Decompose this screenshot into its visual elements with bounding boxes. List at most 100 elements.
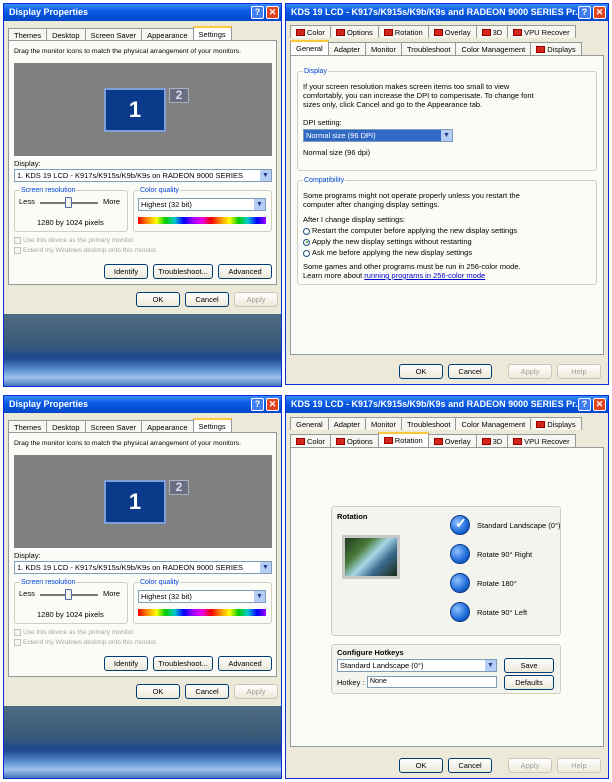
tab-adapter[interactable]: Adapter (327, 417, 366, 430)
dpi-select[interactable]: Normal size (96 DPI) ▼ (303, 129, 453, 142)
color-quality-select[interactable]: Highest (32 bit) ▼ (138, 198, 266, 211)
hotkey-rotation-select[interactable]: Standard Landscape (0°) ▼ (337, 659, 497, 672)
kds-properties-window-bottom: KDS 19 LCD - K917s/K915s/K9b/K9s and RAD… (285, 395, 609, 779)
close-icon[interactable]: ✕ (266, 398, 279, 411)
identify-button[interactable]: Identify (104, 656, 148, 671)
radio-apply-label: Apply the new display settings without r… (312, 237, 472, 246)
monitor-arrangement: 1 2 (14, 455, 272, 548)
tab-displays[interactable]: Displays (530, 417, 582, 430)
tab-vpu-recover[interactable]: VPU Recover (507, 434, 576, 447)
tab-label: Rotation (394, 436, 423, 445)
radio-button[interactable] (303, 238, 310, 246)
tab-displays[interactable]: Displays (530, 42, 582, 55)
tab-options[interactable]: Options (329, 25, 379, 38)
radio-button[interactable] (303, 227, 310, 235)
tab-color-management[interactable]: Color Management (455, 42, 532, 55)
apply-button: Apply (234, 684, 278, 699)
tab-monitor[interactable]: Monitor (364, 417, 402, 430)
tab-label: Displays (547, 44, 576, 54)
tab-monitor[interactable]: Monitor (364, 42, 402, 55)
save-button[interactable]: Save (504, 658, 554, 673)
tab-color-management[interactable]: Color Management (455, 417, 532, 430)
tab-label: Overlay (444, 436, 471, 446)
color-quality-group: Color quality Highest (32 bit) ▼ (133, 578, 272, 624)
help-icon[interactable]: ? (578, 6, 591, 19)
tab-vpu-recover[interactable]: VPU Recover (507, 25, 576, 38)
close-icon[interactable]: ✕ (266, 6, 279, 19)
ati-icon (536, 420, 546, 428)
ati-icon (383, 437, 393, 444)
help-icon[interactable]: ? (578, 398, 591, 411)
tab-settings[interactable]: Settings (192, 26, 232, 41)
advanced-button[interactable]: Advanced (218, 264, 272, 279)
tab-overlay[interactable]: Overlay (427, 434, 477, 447)
ok-button[interactable]: OK (399, 364, 443, 379)
cancel-button[interactable]: Cancel (448, 758, 492, 773)
tab-adapter[interactable]: Adapter (327, 42, 366, 55)
troubleshoot-button[interactable]: Troubleshoot... (153, 264, 213, 279)
display-select[interactable]: 1. KDS 19 LCD - K917s/K915s/K9b/K9s on R… (14, 561, 272, 574)
256-color-link[interactable]: running programs in 256-color mode (364, 271, 485, 280)
hotkey-input[interactable]: None (367, 676, 497, 688)
tab-rotation[interactable]: Rotation (377, 25, 429, 38)
display-select[interactable]: 1. KDS 19 LCD - K917s/K915s/K9b/K9s on R… (14, 169, 272, 182)
tab-color[interactable]: Color (290, 25, 331, 38)
display-label: Display: (14, 551, 41, 560)
ok-button[interactable]: OK (399, 758, 443, 773)
radio-restart[interactable]: Restart the computer before applying the… (303, 226, 517, 235)
radio-ask-me[interactable]: Ask me before applying the new display s… (303, 248, 472, 257)
color-quality-select[interactable]: Highest (32 bit) ▼ (138, 590, 266, 603)
learn-more-prefix: Learn more about (303, 271, 365, 280)
resolution-slider-thumb[interactable] (65, 589, 72, 600)
tab-general[interactable]: General (290, 40, 329, 55)
close-icon[interactable]: ✕ (593, 6, 606, 19)
compatibility-description: Some programs might not operate properly… (303, 191, 520, 209)
help-icon[interactable]: ? (251, 6, 264, 19)
ok-button[interactable]: OK (136, 684, 180, 699)
tab-overlay[interactable]: Overlay (427, 25, 477, 38)
cancel-button[interactable]: Cancel (185, 292, 229, 307)
display-label: Display: (14, 159, 41, 168)
resolution-title: Screen resolution (20, 186, 77, 195)
radio-button[interactable] (303, 249, 310, 257)
tab-label: Options (346, 436, 373, 446)
more-label: More (103, 589, 121, 598)
troubleshoot-button[interactable]: Troubleshoot... (153, 656, 213, 671)
tab-rotation[interactable]: Rotation (377, 432, 429, 447)
tab-options[interactable]: Options (329, 434, 379, 447)
rotate-0-button[interactable] (450, 515, 470, 535)
defaults-button[interactable]: Defaults (504, 675, 554, 690)
tab-troubleshoot[interactable]: Troubleshoot (400, 417, 457, 430)
extend-desktop-checkbox: Extend my Windows desktop onto this moni… (14, 247, 158, 254)
close-icon[interactable]: ✕ (593, 398, 606, 411)
compatibility-group: Compatibility Some programs might not op… (297, 176, 597, 285)
monitor-2-icon[interactable]: 2 (169, 88, 189, 103)
tab-3d[interactable]: 3D (475, 25, 509, 38)
rotate-90-left-button[interactable] (450, 602, 470, 622)
help-icon[interactable]: ? (251, 398, 264, 411)
ati-icon (335, 437, 345, 445)
radio-apply-without-restart[interactable]: Apply the new display settings without r… (303, 237, 472, 246)
tab-3d[interactable]: 3D (475, 434, 509, 447)
rotate-90-right-button[interactable] (450, 544, 470, 564)
resolution-slider-thumb[interactable] (65, 197, 72, 208)
cancel-button[interactable]: Cancel (448, 364, 492, 379)
monitor-2-icon[interactable]: 2 (169, 480, 189, 495)
ok-button[interactable]: OK (136, 292, 180, 307)
primary-monitor-label: Use this device as the primary monitor. (23, 237, 135, 244)
hotkeys-title: Configure Hotkeys (337, 648, 404, 657)
resolution-value: 1280 by 1024 pixels (37, 218, 104, 227)
extend-desktop-label: Extend my Windows desktop onto this moni… (23, 639, 158, 646)
ati-icon (513, 437, 523, 445)
tab-color[interactable]: Color (290, 434, 331, 447)
advanced-button[interactable]: Advanced (218, 656, 272, 671)
tab-troubleshoot[interactable]: Troubleshoot (400, 42, 457, 55)
monitor-1-icon[interactable]: 1 (104, 480, 166, 524)
tab-general[interactable]: General (290, 417, 329, 430)
identify-button[interactable]: Identify (104, 264, 148, 279)
cancel-button[interactable]: Cancel (185, 684, 229, 699)
ati-icon (296, 28, 305, 36)
tab-settings[interactable]: Settings (192, 418, 232, 433)
monitor-1-icon[interactable]: 1 (104, 88, 166, 132)
rotate-180-button[interactable] (450, 573, 470, 593)
